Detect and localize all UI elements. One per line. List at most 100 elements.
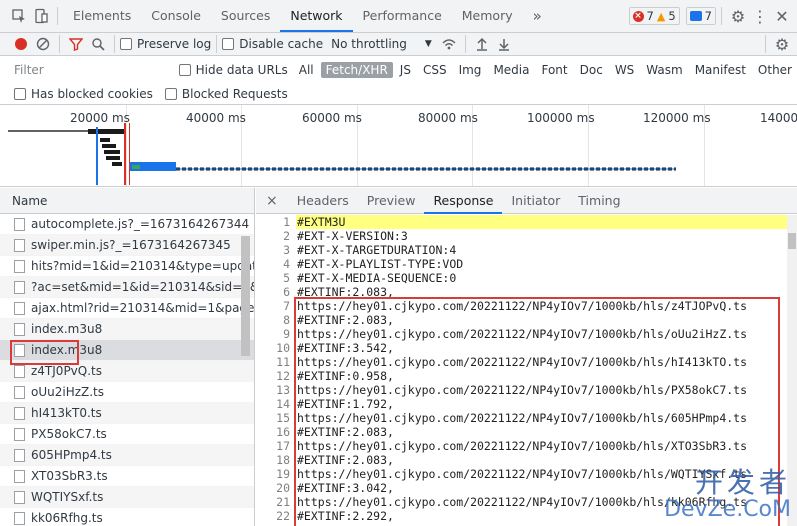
file-icon (14, 469, 25, 483)
filter-type-fetch-xhr[interactable]: Fetch/XHR (320, 61, 393, 78)
has-blocked-cookies-checkbox[interactable]: Has blocked cookies (14, 87, 153, 101)
request-name: PX58okC7.ts (31, 427, 107, 441)
clear-icon[interactable] (32, 33, 54, 55)
line-number: 1 (283, 215, 290, 229)
tab-sources[interactable]: Sources (211, 0, 280, 32)
throttling-value: No throttling (331, 37, 407, 51)
request-row[interactable]: oUu2iHzZ.ts (0, 382, 254, 403)
filter-type-other[interactable]: Other (753, 62, 797, 78)
filter-funnel-icon[interactable] (65, 33, 87, 55)
request-name: XT03SbR3.ts (31, 469, 108, 483)
kebab-menu-icon[interactable]: ⋮ (749, 5, 771, 27)
request-row[interactable]: PX58okC7.ts (0, 424, 254, 445)
line-number: 9 (283, 327, 290, 341)
checkbox-icon[interactable] (120, 38, 132, 50)
request-row[interactable]: 605HPmp4.ts (0, 445, 254, 466)
blocked-requests-label: Blocked Requests (181, 86, 288, 101)
request-row[interactable]: index.m3u8 (0, 319, 254, 340)
filter-type-ws[interactable]: WS (610, 62, 639, 78)
more-tabs-button[interactable]: » (523, 0, 552, 32)
request-row[interactable]: hI413kT0.ts (0, 403, 254, 424)
filter-type-img[interactable]: Img (454, 62, 487, 78)
line-number: 20 (276, 481, 290, 495)
filter-type-media[interactable]: Media (488, 62, 534, 78)
line-number: 16 (276, 425, 290, 439)
detail-tab-headers[interactable]: Headers (288, 188, 358, 214)
preserve-log-checkbox[interactable]: Preserve log (120, 37, 211, 51)
filter-type-doc[interactable]: Doc (575, 62, 608, 78)
filter-type-font[interactable]: Font (536, 62, 572, 78)
line-text: #EXT-X-MEDIA-SEQUENCE:0 (297, 271, 457, 285)
record-icon[interactable] (10, 33, 32, 55)
issues-badge[interactable]: × 7 ▲ 5 (628, 7, 680, 25)
line-number: 6 (283, 285, 290, 299)
filter-input[interactable]: Filter (14, 63, 179, 77)
close-detail-icon[interactable]: × (256, 188, 288, 214)
toolbar-divider (59, 35, 60, 53)
toolbar-divider (464, 35, 466, 53)
request-name: z4TJ0PvQ.ts (31, 364, 102, 378)
detail-tab-preview[interactable]: Preview (358, 188, 425, 214)
detail-tab-timing[interactable]: Timing (569, 188, 629, 214)
filter-type-js[interactable]: JS (395, 62, 416, 78)
timeline-bars (8, 123, 676, 185)
error-count: 7 (646, 9, 654, 23)
request-row[interactable]: kk06Rfhg.ts (0, 508, 254, 526)
throttling-select[interactable]: No throttling ▼ (331, 37, 432, 51)
tab-elements[interactable]: Elements (63, 0, 141, 32)
toolbar-divider (114, 35, 115, 53)
request-row[interactable]: XT03SbR3.ts (0, 466, 254, 487)
network-conditions-icon[interactable] (438, 33, 460, 55)
inspect-element-icon[interactable] (8, 5, 30, 27)
request-row[interactable]: hits?mid=1&id=210314&type=update (0, 256, 254, 277)
request-row[interactable]: ajax.html?rid=210314&mid=1&page=1 (0, 298, 254, 319)
hide-data-urls-label: Hide data URLs (195, 62, 288, 77)
settings-gear-icon[interactable]: ⚙ (727, 5, 749, 27)
search-icon[interactable] (87, 33, 109, 55)
import-har-icon[interactable] (471, 33, 493, 55)
device-toolbar-icon[interactable] (30, 5, 52, 27)
file-icon (14, 490, 25, 504)
close-devtools-icon[interactable]: ✕ (771, 5, 793, 27)
checkbox-icon[interactable] (14, 87, 26, 100)
request-row[interactable]: ?ac=set&mid=1&id=210314&sid=3&n (0, 277, 254, 298)
tab-network[interactable]: Network (280, 0, 353, 32)
scrollbar-thumb[interactable] (788, 233, 796, 249)
request-row[interactable]: autocomplete.js?_=1673164267344 (0, 214, 254, 235)
highlight-box-selected-request (10, 340, 79, 365)
disable-cache-checkbox[interactable]: Disable cache (222, 37, 323, 51)
tab-performance[interactable]: Performance (353, 0, 452, 32)
line-text: #EXT-X-VERSION:3 (297, 229, 408, 243)
checkbox-icon[interactable] (164, 87, 177, 100)
tab-memory[interactable]: Memory (452, 0, 523, 32)
network-overview-timeline[interactable]: 20000 ms 40000 ms 60000 ms 80000 ms 1000… (0, 105, 797, 187)
preserve-log-label: Preserve log (137, 37, 212, 51)
line-number: 8 (283, 313, 290, 327)
filter-type-all[interactable]: All (294, 62, 319, 78)
resource-type-filters: All Fetch/XHR JS CSS Img Media Font Doc WS Wasm Ma… (294, 61, 797, 78)
hide-data-urls-checkbox[interactable]: Hide data URLs (178, 62, 288, 77)
request-list-scrollbar[interactable] (241, 236, 250, 356)
disable-cache-label: Disable cache (239, 37, 324, 51)
request-name: ajax.html?rid=210314&mid=1&page=1 (31, 301, 254, 315)
file-icon (14, 364, 25, 378)
name-column-header[interactable]: Name (0, 188, 254, 214)
export-har-icon[interactable] (493, 33, 515, 55)
checkbox-icon[interactable] (222, 38, 235, 50)
panel-tabs: Elements Console Sources Network Performance… (63, 0, 523, 32)
filter-type-css[interactable]: CSS (418, 62, 452, 78)
request-row[interactable]: WQTIYSxf.ts (0, 487, 254, 508)
request-row[interactable]: swiper.min.js?_=1673164267345 (0, 235, 254, 256)
code-line: 3 #EXT-X-TARGETDURATION:4 (256, 243, 787, 257)
checkbox-icon[interactable] (178, 63, 191, 76)
messages-badge[interactable]: 7 (685, 7, 716, 25)
network-settings-gear-icon[interactable]: ⚙ (771, 33, 793, 55)
tab-console[interactable]: Console (141, 0, 211, 32)
blocked-requests-checkbox[interactable]: Blocked Requests (164, 86, 288, 101)
file-icon (14, 406, 25, 420)
request-name: index.m3u8 (31, 322, 103, 336)
detail-tab-response[interactable]: Response (424, 188, 503, 214)
detail-tab-initiator[interactable]: Initiator (502, 188, 569, 214)
filter-type-manifest[interactable]: Manifest (690, 62, 751, 78)
filter-type-wasm[interactable]: Wasm (641, 62, 687, 78)
